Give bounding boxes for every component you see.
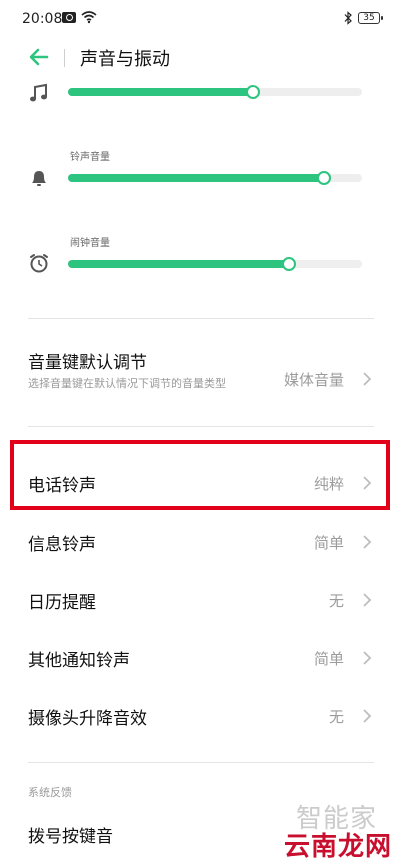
back-arrow-icon[interactable] [28, 46, 50, 68]
header: 声音与振动 [0, 38, 400, 80]
section-divider [28, 426, 374, 427]
page-title: 声音与振动 [80, 49, 170, 70]
calendar-reminder-value: 无 [328, 592, 344, 610]
dial-pad-tone-label: 拨号按键音 [28, 827, 113, 847]
alarm-volume-label: 闹钟音量 [70, 238, 110, 249]
ringtone-volume-thumb[interactable] [316, 171, 331, 185]
chevron-right-icon [363, 372, 372, 386]
camera-lift-sound-row[interactable]: 摄像头升降音效 无 [0, 694, 400, 740]
section-divider [28, 762, 374, 763]
ringtone-volume-slider[interactable] [68, 171, 362, 185]
alarm-volume-fill [68, 260, 289, 268]
alarm-clock-icon [30, 254, 48, 273]
chevron-right-icon [363, 593, 372, 607]
volume-key-default-value: 媒体音量 [283, 371, 344, 389]
media-volume-thumb[interactable] [246, 85, 261, 99]
volume-key-default-label: 音量键默认调节 [28, 353, 147, 373]
message-ringtone-label: 信息铃声 [28, 535, 96, 555]
other-notification-row[interactable]: 其他通知铃声 简单 [0, 636, 400, 682]
chevron-right-icon [363, 651, 372, 665]
highlight-annotation [10, 440, 390, 510]
calendar-reminder-label: 日历提醒 [28, 593, 96, 613]
status-bar: 20:08 35 [0, 0, 400, 38]
ringtone-volume-fill [68, 174, 324, 182]
message-icon [62, 12, 76, 23]
other-notification-value: 简单 [313, 650, 344, 668]
alarm-volume-row: 闹钟音量 [0, 232, 400, 273]
volume-key-default-description: 选择音量键在默认情况下调节的音量类型 [28, 377, 226, 390]
chevron-right-icon [363, 535, 372, 549]
media-volume-slider[interactable] [68, 85, 362, 99]
watermark-bottom: 云南龙网 [284, 832, 393, 862]
header-divider [64, 49, 65, 67]
status-time: 20:08 [22, 11, 63, 27]
message-ringtone-row[interactable]: 信息铃声 简单 [0, 520, 400, 566]
camera-lift-sound-value: 无 [328, 708, 344, 726]
music-note-icon [30, 83, 47, 102]
other-notification-label: 其他通知铃声 [28, 651, 130, 671]
calendar-reminder-row[interactable]: 日历提醒 无 [0, 578, 400, 624]
camera-lift-sound-label: 摄像头升降音效 [28, 709, 147, 729]
ringtone-volume-row: 铃声音量 [0, 146, 400, 186]
ringtone-volume-label: 铃声音量 [70, 152, 110, 163]
section-caption: 系统反馈 [28, 786, 72, 799]
bell-icon [32, 171, 46, 186]
message-ringtone-value: 简单 [313, 534, 344, 552]
media-volume-fill [68, 88, 254, 96]
section-divider [28, 318, 374, 319]
chevron-right-icon [363, 709, 372, 723]
bluetooth-icon [344, 11, 352, 25]
alarm-volume-thumb[interactable] [281, 257, 296, 271]
battery-indicator: 35 [358, 12, 383, 24]
wifi-icon [81, 11, 97, 24]
alarm-volume-slider[interactable] [68, 257, 362, 271]
media-volume-row [0, 80, 400, 120]
